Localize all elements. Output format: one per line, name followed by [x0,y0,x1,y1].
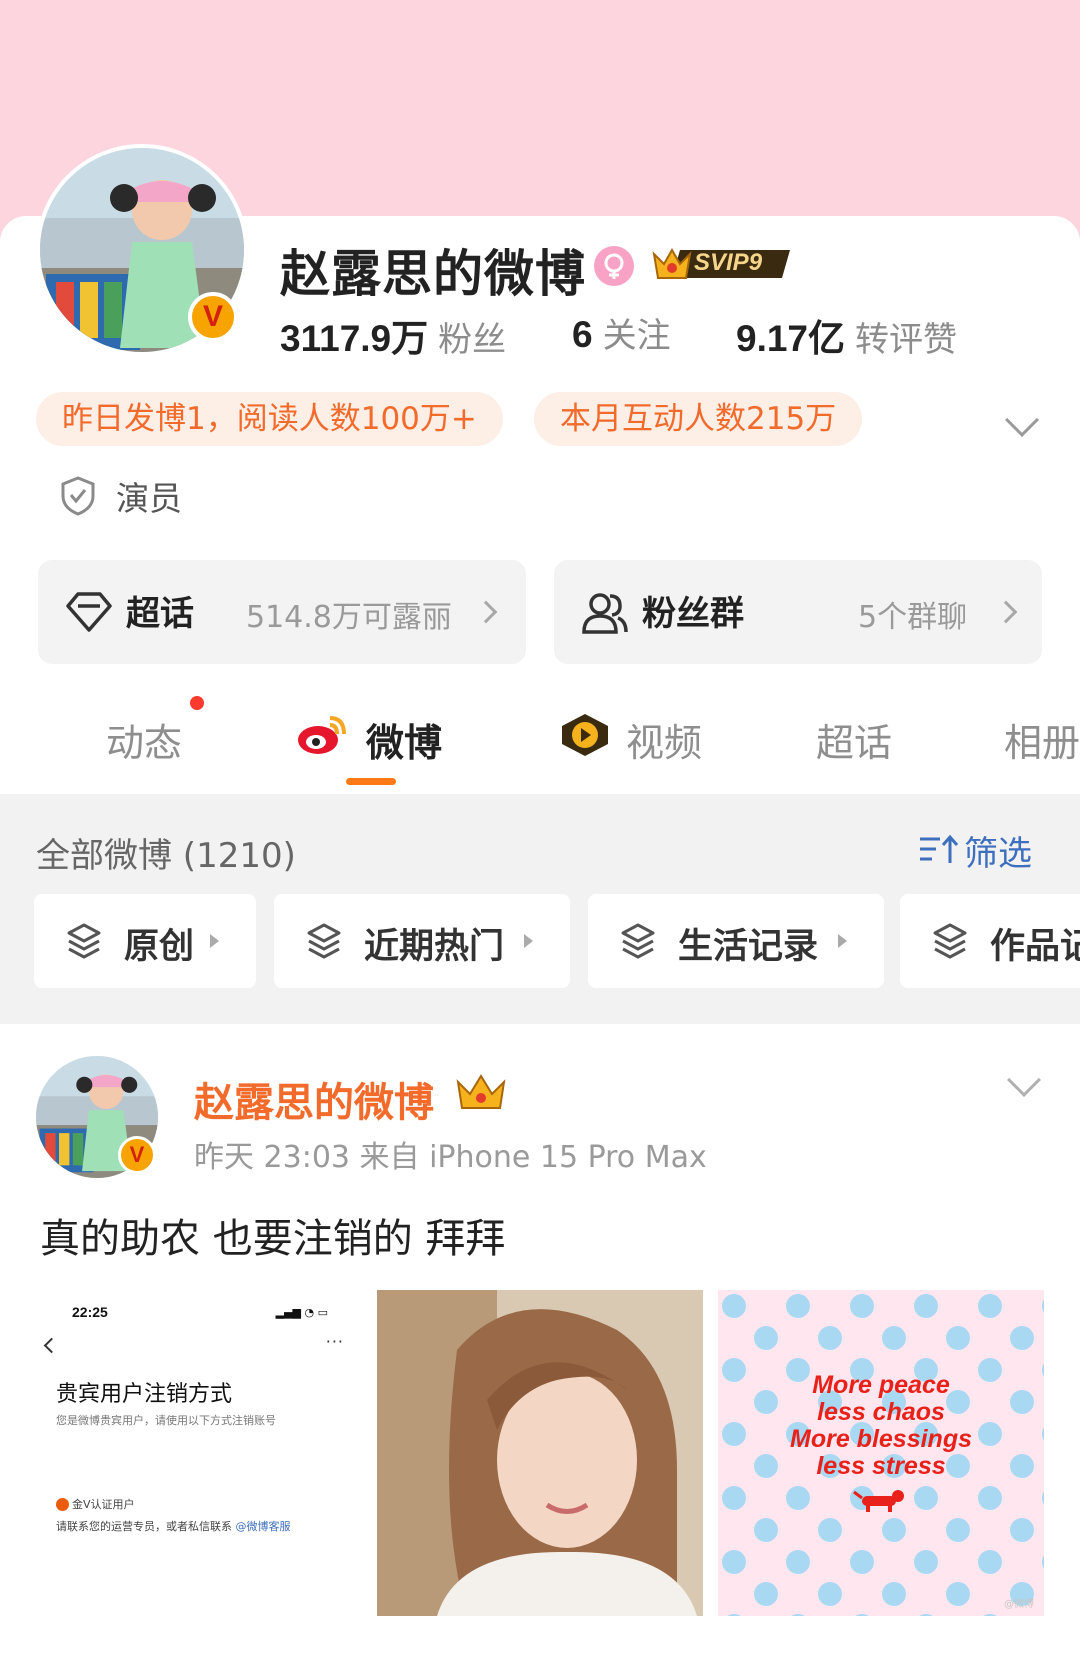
chip-life-record[interactable]: 生活记录 [588,894,884,988]
stat-interactions[interactable]: 9.17亿 转评赞 [736,308,957,362]
post-author-name[interactable]: 赵露思的微博 [194,1070,434,1128]
stat-followers-label: 粉丝 [438,320,507,360]
ss-vuser-row: 金V认证用户 [56,1496,135,1512]
tab-album[interactable]: 相册 [1004,712,1080,767]
chevron-right-icon [474,600,498,624]
fan-group-sub: 5个群聊 [858,600,968,635]
poster-line: less chaos [817,1398,945,1426]
ss-vuser: 金V认证用户 [72,1498,135,1511]
filter-button[interactable]: 筛选 [918,826,1032,875]
all-weibo-count: 全部微博 (1210) [36,836,296,876]
svip-badge[interactable]: SVIP9 [650,242,796,286]
caret-right-icon [210,934,219,948]
ss-title: 贵宾用户注销方式 [56,1382,233,1407]
poster-line: More blessings [790,1425,972,1453]
layers-icon [67,923,101,959]
chevron-right-icon [994,600,1018,624]
vip-crown-icon [454,1072,508,1112]
ss-contact-link: @微博客服 [235,1520,291,1533]
ss-time: 22:25 [72,1304,108,1320]
stat-following[interactable]: 6 关注 [572,308,671,357]
shield-icon [61,476,95,516]
caret-right-icon [838,934,847,948]
layers-icon [307,923,341,959]
chip-life-record-label: 生活记录 [678,927,819,967]
caret-right-icon [524,934,533,948]
poster-text: More peace less chaos More blessings les… [718,1372,1044,1480]
tab-weibo[interactable]: 微博 [366,712,442,767]
post-text: 真的助农 也要注销的 拜拜 [40,1216,506,1262]
chip-original[interactable]: 原创 [34,894,256,988]
profile-name: 赵露思的微博 [280,245,586,303]
chip-works-record[interactable]: 作品记录 [900,894,1080,988]
tab-video[interactable]: 视频 [626,712,702,767]
chip-original-label: 原创 [124,927,195,967]
role-label: 演员 [116,479,182,518]
verified-badge-text: V [202,300,223,333]
tab-supertopic[interactable]: 超话 [816,712,892,767]
poster-line: More peace [812,1371,950,1399]
ss-back-icon [43,1337,60,1354]
post-image-poster[interactable]: More peace less chaos More blessings les… [718,1290,1044,1616]
svip-label: SVIP9 [694,249,763,276]
chip-works-record-label: 作品记录 [990,927,1080,967]
tab-dynamics[interactable]: 动态 [106,712,182,767]
chip-recent-hot-label: 近期热门 [364,927,505,967]
tab-active-indicator [346,778,396,785]
ss-v-icon [56,1497,69,1511]
post-image-selfie[interactable] [377,1290,703,1616]
stat-following-num: 6 [572,314,593,355]
role-row: 演员 [60,474,182,518]
chip-recent-hot[interactable]: 近期热门 [274,894,570,988]
sort-filter-icon [920,834,958,863]
stat-followers[interactable]: 3117.9万 粉丝 [280,308,506,362]
filter-label: 筛选 [964,834,1032,874]
diamond-icon [66,592,112,632]
stat-following-label: 关注 [602,316,671,356]
stat-interactions-label: 转评赞 [855,320,958,360]
selfie-photo [377,1290,703,1616]
layers-icon [933,923,967,959]
weibo-logo-icon [296,712,348,756]
fan-group-entry[interactable]: 粉丝群 5个群聊 [554,560,1042,664]
group-icon [582,593,628,634]
verified-badge-icon: V [188,292,238,342]
poster-line: less stress [816,1452,946,1480]
pill-post-reads[interactable]: 昨日发博1，阅读人数100万+ [36,392,503,446]
supertopic-title: 超话 [126,594,194,634]
stat-followers-num: 3117.9万 [280,318,429,359]
dachshund-icon [853,1490,904,1512]
layers-icon [621,923,655,959]
ss-signal-icon: ▂▄▆ ◔ ▭ [275,1306,328,1319]
ss-more-icon: ··· [325,1332,344,1351]
ss-contact-text: 请联系您的运营专员，或者私信联系 [56,1520,236,1533]
post-image-screenshot[interactable]: 22:25 ▂▄▆ ◔ ▭ ··· 贵宾用户注销方式 您是微博贵宾用户，请使用以… [36,1290,362,1616]
supertopic-entry[interactable]: 超话 514.8万可露丽 [38,560,526,664]
pill-monthly-interaction[interactable]: 本月互动人数215万 [534,392,863,446]
post-meta: 昨天 23:03 来自 iPhone 15 Pro Max [194,1140,707,1175]
fan-group-title: 粉丝群 [642,594,744,634]
supertopic-sub: 514.8万可露丽 [246,600,452,635]
watermark: @微博 [1004,1599,1034,1610]
ss-contact: 请联系您的运营专员，或者私信联系 @微博客服 [56,1518,291,1534]
video-play-icon [558,712,612,758]
verified-badge-icon: V [118,1136,156,1174]
stat-interactions-num: 9.17亿 [736,318,846,359]
female-icon [594,246,634,286]
verified-badge-text: V [129,1142,145,1167]
unread-dot [190,696,204,710]
ss-desc: 您是微博贵宾用户，请使用以下方式注销账号 [56,1414,276,1427]
